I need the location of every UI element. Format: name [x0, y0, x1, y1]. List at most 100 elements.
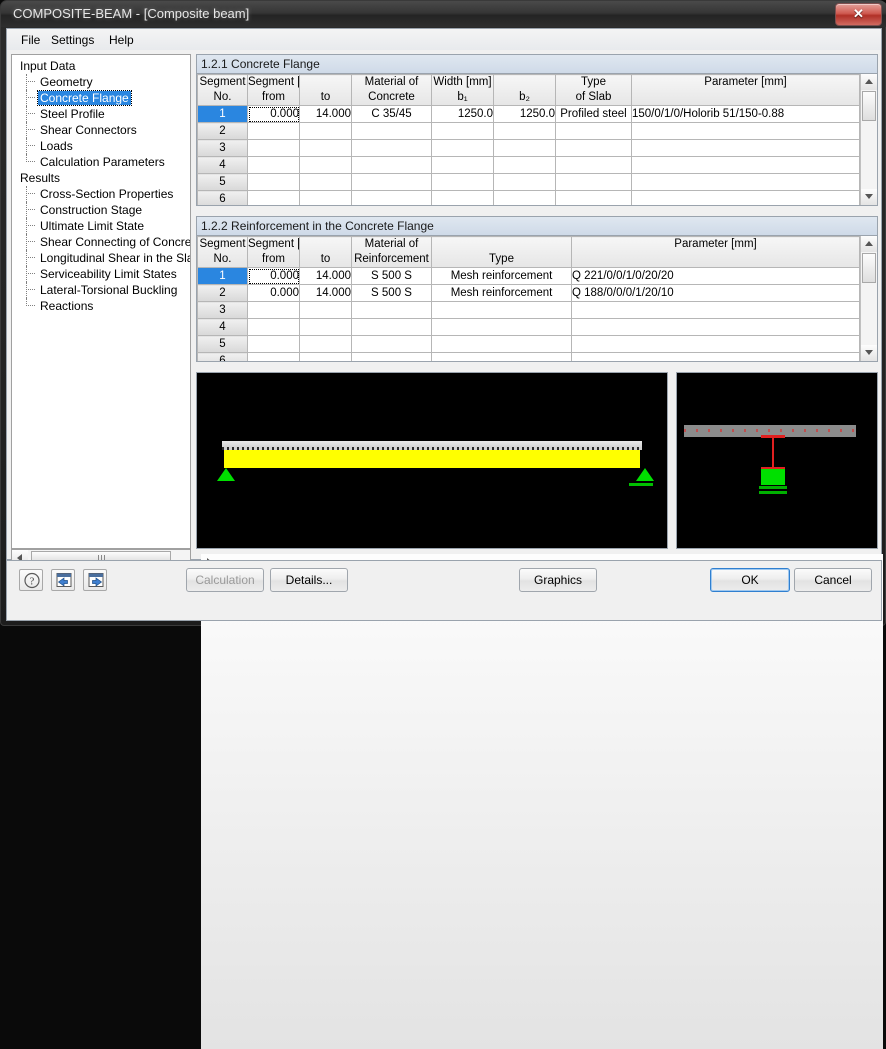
cell-parameter[interactable]: [571, 352, 860, 361]
cell-parameter[interactable]: [631, 173, 860, 191]
cell-type[interactable]: [431, 335, 572, 353]
cell-type[interactable]: [431, 318, 572, 336]
cell-from[interactable]: [247, 352, 300, 361]
scrollbar-thumb[interactable]: [862, 253, 876, 283]
cell-parameter[interactable]: [571, 335, 860, 353]
menu-item-settings[interactable]: Settings: [45, 32, 100, 48]
row-number-cell[interactable]: 3: [197, 301, 248, 319]
concrete-flange-vertical-scrollbar[interactable]: [860, 74, 877, 205]
column-header[interactable]: Segment [m] from: [247, 74, 300, 106]
cell-from[interactable]: [247, 122, 300, 140]
sidebar-item-loads[interactable]: Loads: [12, 138, 190, 154]
row-number-cell[interactable]: 2: [197, 284, 248, 302]
table-row[interactable]: 3: [197, 139, 860, 157]
cross-section-view[interactable]: [676, 372, 878, 549]
beam-elevation-view[interactable]: [196, 372, 668, 549]
cell-material[interactable]: [351, 335, 432, 353]
calculation-button[interactable]: Calculation: [186, 568, 264, 592]
cell-b1[interactable]: [431, 139, 494, 157]
table-row[interactable]: 5: [197, 173, 860, 191]
cell-parameter[interactable]: [631, 156, 860, 174]
table-row[interactable]: 4: [197, 156, 860, 174]
table-row[interactable]: 6: [197, 190, 860, 205]
cell-from[interactable]: [247, 318, 300, 336]
cell-to[interactable]: [299, 301, 352, 319]
cell-from[interactable]: 0.000: [247, 284, 300, 302]
navigation-tree[interactable]: Input Data Geometry Concrete Flange Steel P…: [11, 54, 191, 549]
cell-material[interactable]: [351, 301, 432, 319]
column-header[interactable]: Parameter [mm]: [631, 74, 860, 106]
cell-parameter[interactable]: 150/0/1/0/Holorib 51/150-0.88: [631, 105, 860, 123]
cell-to[interactable]: 14.000: [299, 105, 352, 123]
cell-material[interactable]: [351, 122, 432, 140]
table-row[interactable]: 2 0.000 14.000 S 500 S Mesh reinforcement Q 1…: [197, 284, 860, 302]
cell-parameter[interactable]: [571, 301, 860, 319]
table-row[interactable]: 6: [197, 352, 860, 361]
cell-b2[interactable]: [493, 139, 556, 157]
cell-to[interactable]: [299, 352, 352, 361]
cell-material[interactable]: [351, 156, 432, 174]
column-header[interactable]: Material of Reinforcement: [351, 236, 432, 268]
cell-from[interactable]: [247, 173, 300, 191]
sidebar-item-shear-connecting-of-concrete-f[interactable]: Shear Connecting of Concrete F: [12, 234, 190, 250]
menu-item-file[interactable]: File: [15, 32, 46, 48]
row-number-cell[interactable]: 6: [197, 190, 248, 205]
cell-b2[interactable]: [493, 173, 556, 191]
row-number-cell[interactable]: 1: [197, 267, 248, 285]
scroll-up-arrow-icon[interactable]: [861, 236, 877, 252]
cell-material[interactable]: [351, 139, 432, 157]
sidebar-item-shear-connectors[interactable]: Shear Connectors: [12, 122, 190, 138]
cell-type[interactable]: [431, 301, 572, 319]
sidebar-item-construction-stage[interactable]: Construction Stage: [12, 202, 190, 218]
cell-b2[interactable]: [493, 156, 556, 174]
column-header[interactable]: Type: [431, 236, 572, 268]
cell-parameter[interactable]: [631, 190, 860, 205]
cell-parameter[interactable]: Q 188/0/0/0/1/20/10: [571, 284, 860, 302]
cell-b1[interactable]: [431, 173, 494, 191]
cell-b2[interactable]: [493, 190, 556, 205]
table-row[interactable]: 1 0.000 14.000 C 35/45 1250.0 1250.0 Profiled …: [197, 105, 860, 123]
cell-material[interactable]: [351, 352, 432, 361]
cell-to[interactable]: [299, 335, 352, 353]
cell-b1[interactable]: [431, 190, 494, 205]
row-number-cell[interactable]: 5: [197, 335, 248, 353]
row-number-cell[interactable]: 3: [197, 139, 248, 157]
table-row[interactable]: 3: [197, 301, 860, 319]
cell-b1[interactable]: [431, 156, 494, 174]
sidebar-item-calculation-parameters[interactable]: Calculation Parameters: [12, 154, 190, 170]
column-header[interactable]: to: [299, 74, 352, 106]
ok-button[interactable]: OK: [710, 568, 790, 592]
column-header[interactable]: Segment No.: [197, 74, 248, 106]
column-header[interactable]: to: [299, 236, 352, 268]
cell-to[interactable]: 14.000: [299, 284, 352, 302]
cell-material[interactable]: S 500 S: [351, 267, 432, 285]
details-button[interactable]: Details...: [270, 568, 348, 592]
cell-slab_type[interactable]: [555, 156, 632, 174]
cell-b2[interactable]: 1250.0: [493, 105, 556, 123]
sidebar-item-concrete-flange[interactable]: Concrete Flange: [12, 90, 190, 106]
cell-from[interactable]: [247, 335, 300, 353]
cell-material[interactable]: [351, 190, 432, 205]
cell-b2[interactable]: [493, 122, 556, 140]
graphics-button[interactable]: Graphics: [519, 568, 597, 592]
column-header[interactable]: Segment [m] from: [247, 236, 300, 268]
cell-from[interactable]: [247, 156, 300, 174]
scroll-up-arrow-icon[interactable]: [861, 74, 877, 90]
row-number-cell[interactable]: 1: [197, 105, 248, 123]
row-number-cell[interactable]: 2: [197, 122, 248, 140]
cell-slab_type[interactable]: [555, 139, 632, 157]
cell-slab_type[interactable]: [555, 173, 632, 191]
column-header[interactable]: Type of Slab: [555, 74, 632, 106]
cell-to[interactable]: 14.000: [299, 267, 352, 285]
cell-material[interactable]: [351, 318, 432, 336]
scroll-right-arrow-icon[interactable]: [201, 554, 883, 1049]
cell-to[interactable]: [299, 139, 352, 157]
cell-parameter[interactable]: [631, 122, 860, 140]
row-number-cell[interactable]: 6: [197, 352, 248, 361]
sidebar-item-longitudinal-shear-in-the-slab[interactable]: Longitudinal Shear in the Slab: [12, 250, 190, 266]
cell-b1[interactable]: [431, 122, 494, 140]
sidebar-item-geometry[interactable]: Geometry: [12, 74, 190, 90]
column-header[interactable]: Parameter [mm]: [571, 236, 860, 268]
row-number-cell[interactable]: 4: [197, 156, 248, 174]
cell-from[interactable]: 0.000: [247, 105, 300, 123]
